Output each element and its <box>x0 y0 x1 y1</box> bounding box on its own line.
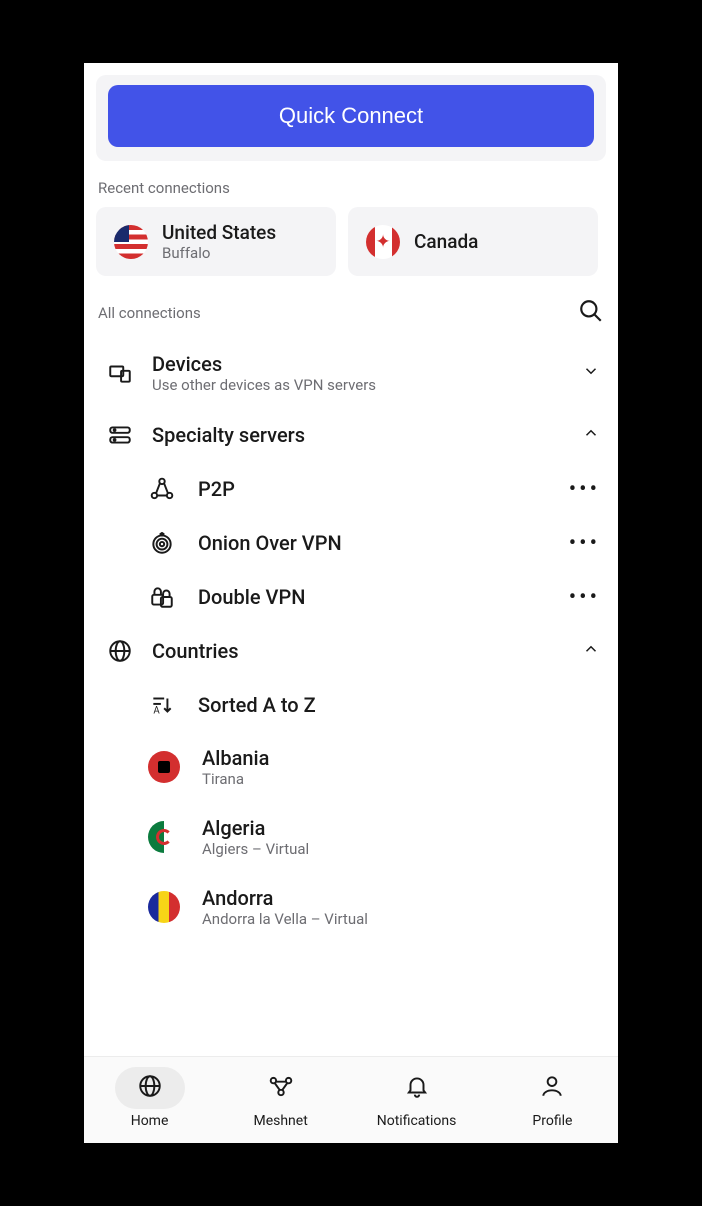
search-icon[interactable] <box>578 298 604 328</box>
country-city: Algiers – Virtual <box>202 840 600 858</box>
country-andorra[interactable]: Andorra Andorra la Vella – Virtual <box>84 872 618 942</box>
nav-label: Home <box>131 1113 169 1129</box>
quick-connect-card: Quick Connect <box>96 75 606 161</box>
nav-notifications[interactable]: Notifications <box>377 1067 457 1129</box>
item-text: Specialty servers <box>152 423 564 447</box>
connection-list: Devices Use other devices as VPN servers… <box>84 338 618 1056</box>
flag-al-icon <box>148 751 180 783</box>
specialty-servers-header[interactable]: Specialty servers <box>84 408 618 462</box>
country-name: Andorra <box>202 886 600 910</box>
countries-title: Countries <box>152 639 564 663</box>
specialty-title: Specialty servers <box>152 423 564 447</box>
recent-connections-row: United States Buffalo ✦ Canada <box>84 207 618 276</box>
recent-city: Buffalo <box>162 244 276 262</box>
specialty-icon <box>106 422 134 448</box>
more-icon[interactable]: ••• <box>569 531 600 556</box>
meshnet-icon <box>246 1067 316 1109</box>
recent-connections-label: Recent connections <box>98 179 604 197</box>
specialty-p2p[interactable]: P2P ••• <box>84 462 618 516</box>
globe-icon <box>115 1067 185 1109</box>
nav-home[interactable]: Home <box>115 1067 185 1129</box>
recent-country: United States <box>162 221 276 244</box>
all-connections-header: All connections <box>98 298 604 328</box>
p2p-title: P2P <box>198 477 547 501</box>
quick-connect-button[interactable]: Quick Connect <box>108 85 594 147</box>
more-icon[interactable]: ••• <box>569 477 600 502</box>
bell-icon <box>382 1067 452 1109</box>
bottom-nav: Home Meshnet Notifications Profile <box>84 1056 618 1143</box>
recent-connection-us[interactable]: United States Buffalo <box>96 207 336 276</box>
sort-label: Sorted A to Z <box>198 693 600 717</box>
country-city: Andorra la Vella – Virtual <box>202 910 600 928</box>
globe-icon <box>106 638 134 664</box>
more-icon[interactable]: ••• <box>569 585 600 610</box>
flag-us-icon <box>114 225 148 259</box>
flag-ad-icon <box>148 891 180 923</box>
country-albania[interactable]: Albania Tirana <box>84 732 618 802</box>
item-text: Algeria Algiers – Virtual <box>202 816 600 858</box>
country-city: Tirana <box>202 770 600 788</box>
nav-profile[interactable]: Profile <box>517 1067 587 1129</box>
country-name: Albania <box>202 746 600 770</box>
onion-icon <box>148 530 176 556</box>
nav-label: Notifications <box>377 1113 457 1129</box>
p2p-icon <box>148 476 176 502</box>
nav-label: Profile <box>532 1113 572 1129</box>
recent-text: United States Buffalo <box>162 221 276 262</box>
nav-label: Meshnet <box>253 1113 307 1129</box>
recent-text: Canada <box>414 230 478 253</box>
chevron-up-icon <box>582 424 600 446</box>
item-text: Devices Use other devices as VPN servers <box>152 352 564 394</box>
all-connections-label: All connections <box>98 304 201 322</box>
item-text: Onion Over VPN <box>198 531 547 555</box>
countries-header[interactable]: Countries <box>84 624 618 678</box>
specialty-onion[interactable]: Onion Over VPN ••• <box>84 516 618 570</box>
nav-meshnet[interactable]: Meshnet <box>246 1067 316 1129</box>
app-screen: Quick Connect Recent connections United … <box>84 63 618 1143</box>
sort-icon: A <box>148 692 176 718</box>
recent-country: Canada <box>414 230 478 253</box>
flag-ca-icon: ✦ <box>366 225 400 259</box>
devices-sub: Use other devices as VPN servers <box>152 376 564 394</box>
flag-dz-icon <box>148 821 180 853</box>
double-vpn-icon <box>148 584 176 610</box>
devices-title: Devices <box>152 352 564 376</box>
double-title: Double VPN <box>198 585 547 609</box>
chevron-down-icon <box>582 362 600 384</box>
item-text: Andorra Andorra la Vella – Virtual <box>202 886 600 928</box>
country-name: Algeria <box>202 816 600 840</box>
profile-icon <box>517 1067 587 1109</box>
item-text: Countries <box>152 639 564 663</box>
sort-row[interactable]: A Sorted A to Z <box>84 678 618 732</box>
devices-icon <box>106 360 134 386</box>
onion-title: Onion Over VPN <box>198 531 547 555</box>
chevron-up-icon <box>582 640 600 662</box>
specialty-double[interactable]: Double VPN ••• <box>84 570 618 624</box>
item-text: Albania Tirana <box>202 746 600 788</box>
item-text: Double VPN <box>198 585 547 609</box>
item-text: Sorted A to Z <box>198 693 600 717</box>
item-text: P2P <box>198 477 547 501</box>
devices-item[interactable]: Devices Use other devices as VPN servers <box>84 338 618 408</box>
recent-connection-ca[interactable]: ✦ Canada <box>348 207 598 276</box>
country-algeria[interactable]: Algeria Algiers – Virtual <box>84 802 618 872</box>
svg-text:A: A <box>153 706 160 717</box>
